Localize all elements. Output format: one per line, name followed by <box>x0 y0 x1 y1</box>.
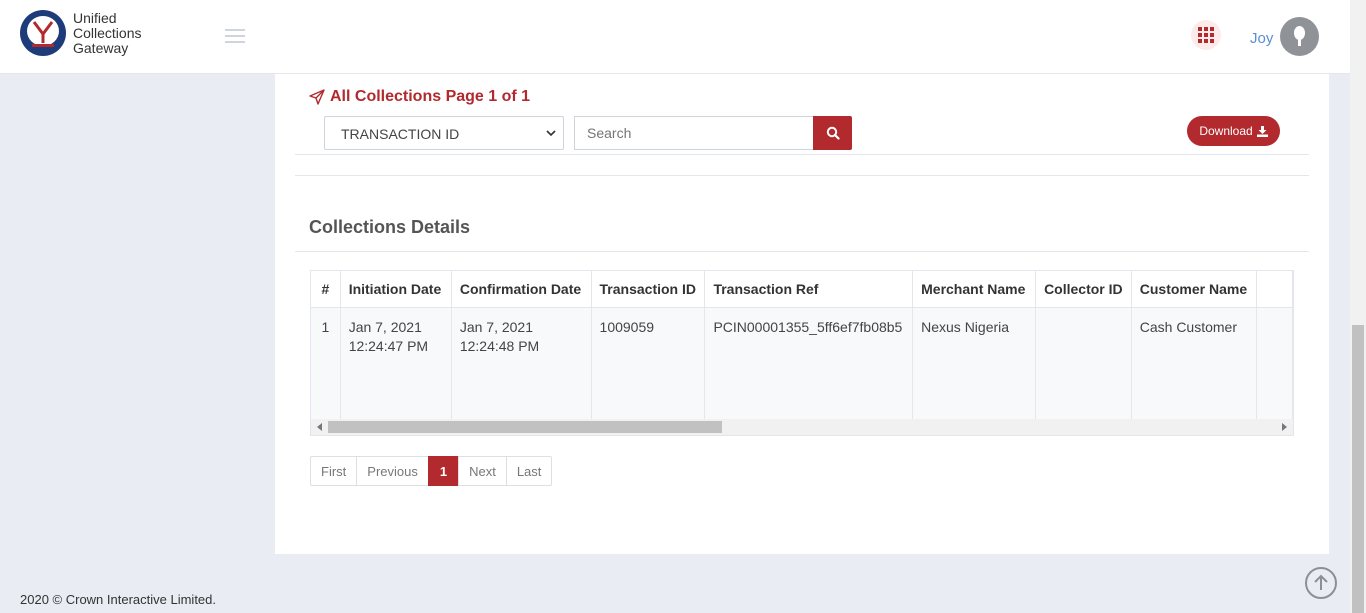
vertical-scrollbar[interactable] <box>1350 0 1366 613</box>
grid-icon[interactable] <box>1191 20 1221 50</box>
transaction-id-cell: 1009059 <box>591 307 706 419</box>
chevron-down-icon <box>546 130 556 137</box>
collections-table-container: # Initiation Date Confirmation Date Tran… <box>310 270 1294 436</box>
arrow-up-icon <box>1314 574 1328 590</box>
collections-card: All Collections Page 1 of 1 TRANSACTION … <box>275 74 1329 554</box>
initiation-date-cell: Jan 7, 2021 12:24:47 PM <box>340 307 452 419</box>
search-input[interactable] <box>574 116 814 150</box>
customer-name-cell: Cash Customer <box>1131 307 1258 419</box>
pagination-first[interactable]: First <box>310 456 358 486</box>
user-name[interactable]: Joy <box>1250 30 1273 47</box>
column-header[interactable]: Collector ID <box>1035 271 1132 308</box>
scroll-right-icon[interactable] <box>1282 423 1287 431</box>
transaction-ref-cell: PCIN00001355_5ff6ef7fb08b5 <box>704 307 914 419</box>
column-header[interactable]: Initiation Date <box>340 271 452 308</box>
divider <box>295 251 1309 252</box>
column-header[interactable]: Transaction Ref <box>704 271 914 308</box>
search-icon <box>826 126 840 140</box>
search-button[interactable] <box>813 116 852 150</box>
footer-copyright: 2020 © Crown Interactive Limited. <box>20 592 217 607</box>
scroll-left-icon[interactable] <box>317 423 322 431</box>
column-header[interactable]: Customer Name <box>1131 271 1258 308</box>
filter-select-value: TRANSACTION ID <box>341 126 460 142</box>
page-heading: All Collections Page 1 of 1 <box>309 88 530 106</box>
scrollbar-thumb[interactable] <box>328 421 722 433</box>
initiation-time: 12:24:47 PM <box>348 337 429 354</box>
filter-select[interactable]: TRANSACTION ID <box>324 116 564 150</box>
divider <box>295 154 1309 155</box>
top-navbar: Unified Collections Gateway Joy <box>0 0 1350 74</box>
logo-text: Unified Collections Gateway <box>73 9 142 56</box>
merchant-name-cell: Nexus Nigeria <box>912 307 1037 419</box>
column-header[interactable]: # <box>311 271 341 308</box>
send-icon <box>309 89 325 105</box>
table-row[interactable]: 1 Jan 7, 2021 12:24:47 PM Jan 7, 2021 12… <box>311 307 1293 419</box>
pagination: First Previous 1 Next Last <box>310 456 553 486</box>
confirmation-date: Jan 7, 2021 <box>459 318 533 335</box>
pagination-next[interactable]: Next <box>458 456 507 486</box>
column-header[interactable]: Confirmation Date <box>451 271 592 308</box>
pagination-last[interactable]: Last <box>505 456 553 486</box>
divider <box>295 175 1309 176</box>
initiation-date: Jan 7, 2021 <box>348 318 422 335</box>
menu-toggle-icon[interactable] <box>225 29 245 43</box>
logo-line-3: Gateway <box>73 39 129 56</box>
logo-icon <box>20 10 66 56</box>
user-avatar[interactable] <box>1280 17 1319 56</box>
download-label: Download <box>1199 124 1253 138</box>
overflow-cell <box>1256 307 1293 419</box>
logo-line-2: Collections <box>73 24 142 41</box>
confirmation-time: 12:24:48 PM <box>459 337 540 354</box>
column-header[interactable]: Transaction ID <box>591 271 706 308</box>
logo-line-1: Unified <box>73 9 117 26</box>
collector-id-cell <box>1035 307 1132 419</box>
download-button[interactable]: Download <box>1187 116 1280 146</box>
confirmation-date-cell: Jan 7, 2021 12:24:48 PM <box>451 307 592 419</box>
download-icon <box>1256 125 1268 137</box>
collections-table: # Initiation Date Confirmation Date Tran… <box>311 271 1293 419</box>
table-header-row: # Initiation Date Confirmation Date Tran… <box>311 271 1293 308</box>
section-title: Collections Details <box>309 217 471 237</box>
app-logo[interactable]: Unified Collections Gateway <box>20 10 141 56</box>
row-number: 1 <box>311 307 341 419</box>
back-to-top-button[interactable] <box>1305 567 1337 599</box>
page-title: All Collections Page 1 of 1 <box>330 88 531 105</box>
pagination-current-page[interactable]: 1 <box>427 456 460 486</box>
pagination-previous[interactable]: Previous <box>356 456 429 486</box>
column-header[interactable] <box>1256 271 1293 308</box>
column-header[interactable]: Merchant Name <box>912 271 1037 308</box>
vertical-scrollbar-thumb[interactable] <box>1352 325 1364 613</box>
horizontal-scrollbar[interactable] <box>311 419 1293 435</box>
